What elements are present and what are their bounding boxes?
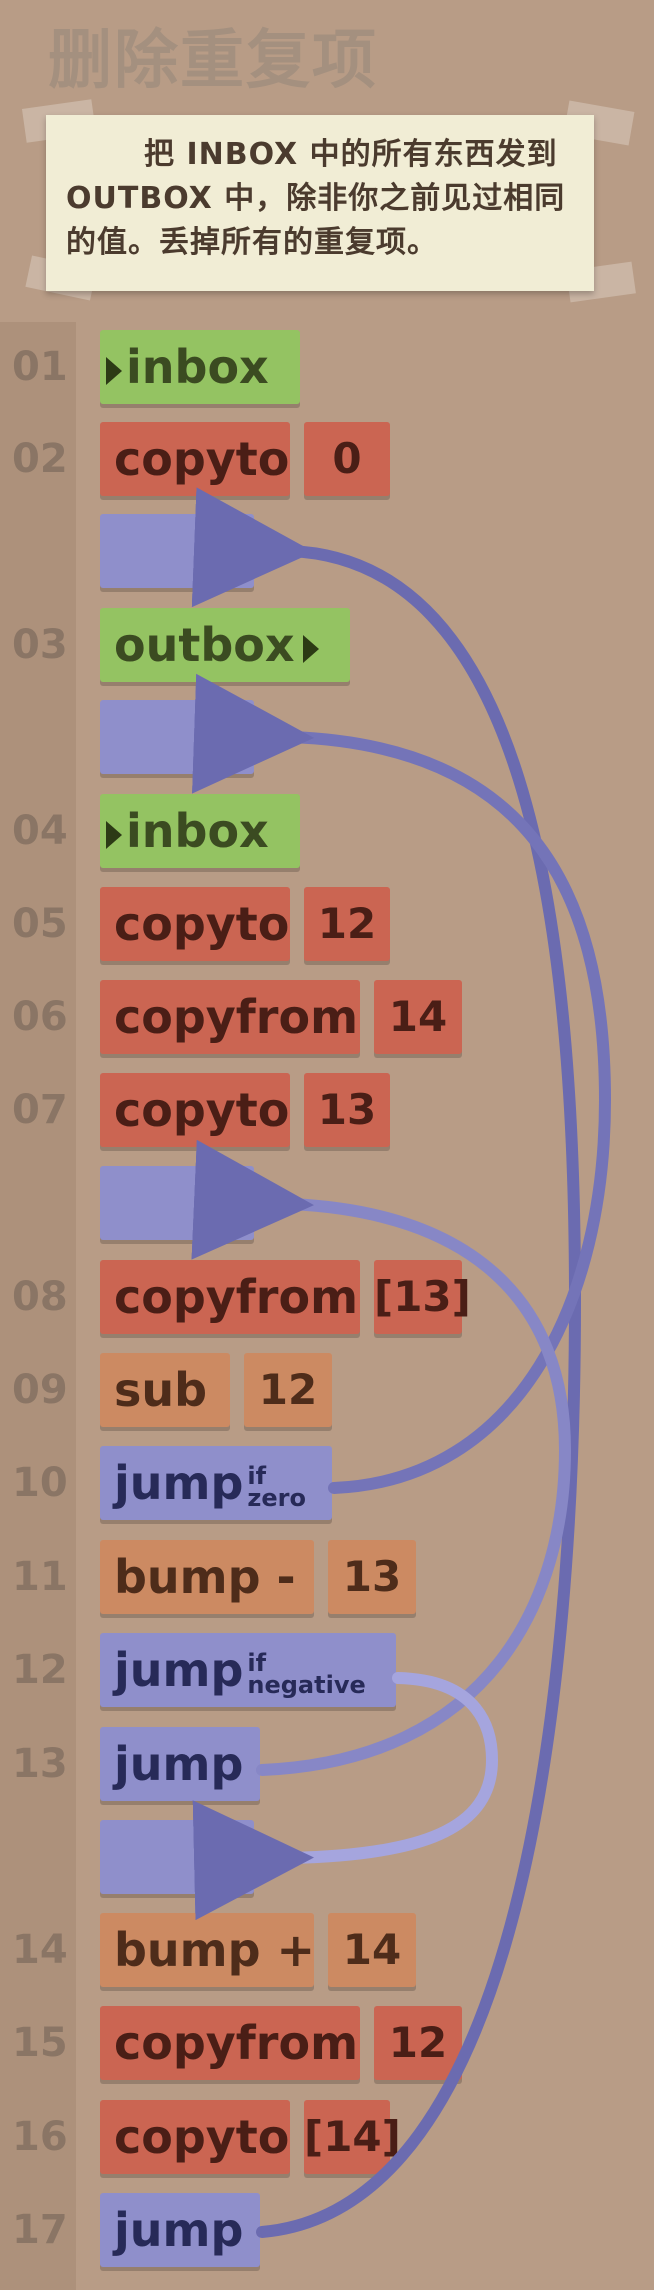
jump-arrows <box>191 487 612 2238</box>
jump-arrow <box>191 1139 572 1776</box>
